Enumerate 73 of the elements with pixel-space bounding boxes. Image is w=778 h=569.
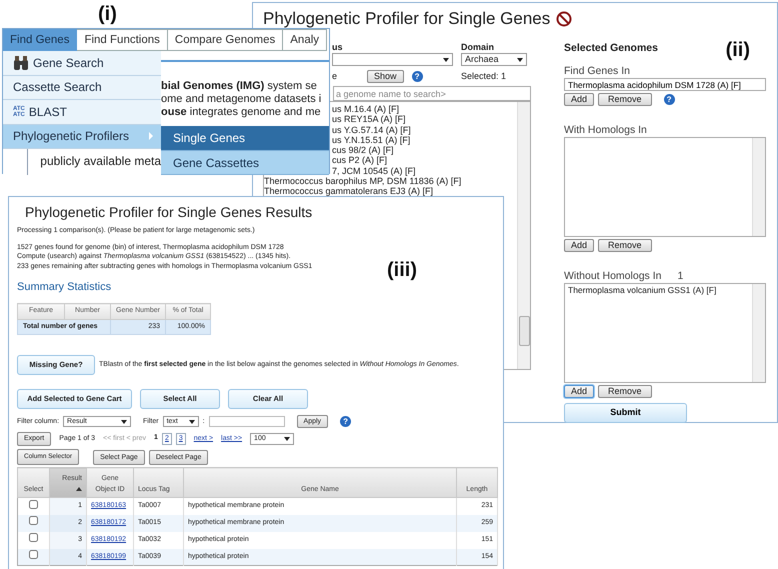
menu-tab[interactable]: Compare Genomes [168,29,284,51]
remove-button[interactable]: Remove [598,385,652,398]
menu-tab[interactable]: Find Functions [77,29,168,51]
menu-item[interactable]: Phylogenetic Profilers [3,124,161,149]
binoculars-icon [13,56,29,70]
menu-item[interactable]: Cassette Search [3,76,161,100]
list-item[interactable]: Thermoplasma volcanium GSS1 (A) [F] [568,285,749,295]
scrollbar[interactable] [752,138,765,236]
submit-button[interactable]: Submit [564,403,687,423]
submenu-item[interactable]: Gene Cassettes [161,150,329,175]
caret-icon [517,58,523,62]
scrollbar[interactable] [517,102,530,369]
row-checkbox[interactable] [29,533,38,542]
genome-list[interactable] [564,137,766,237]
menu-tab[interactable]: Analy [283,29,328,51]
list-item[interactable]: Thermococcus gammatolerans EJ3 (A) [F] [264,186,517,197]
list-item[interactable]: cus 98/2 (A) [F] [332,145,517,156]
page-text: bial Genomes (IMG) system se [161,80,318,93]
scrollbar[interactable] [752,284,765,382]
filter-field[interactable] [208,416,285,427]
search-field[interactable]: a genome name to search> [333,86,531,101]
row-checkbox[interactable] [29,516,38,526]
caret-icon [121,420,128,424]
caret-icon [188,420,195,424]
remove-button[interactable]: Remove [598,239,652,252]
add-button[interactable]: Add [564,385,594,398]
section-heading: Selected Genomes [564,41,658,56]
row-checkbox[interactable] [29,500,38,508]
list-item[interactable]: cus P2 (A) [F] [332,155,517,166]
list-item[interactable]: us M.16.4 (A) [F] [332,104,517,114]
field-label: With Homologs In [564,124,647,137]
help-icon[interactable]: ? [412,71,423,82]
window-title: Phylogenetic Profiler for Single Genes Results [24,203,314,220]
list-item[interactable]: us REY15A (A) [F] [332,114,517,125]
genome-field[interactable]: Thermoplasma acidophilum DSM 1728 (A) [F] [564,78,766,91]
genus-select[interactable] [332,53,453,66]
domain-select[interactable]: Archaea [461,53,527,66]
page-text: ouse integrates genome and me [161,106,322,119]
genome-count: 1 [677,270,684,283]
menu-tab[interactable]: Find Genes [3,29,78,51]
field-label: Find Genes In [564,65,630,78]
help-icon[interactable]: ? [340,416,352,427]
submenu-arrow-icon [149,132,153,140]
caret-icon [443,58,449,62]
list-item[interactable]: 7, JCM 10545 (A) [F] [332,166,517,176]
field-label: Without Homologs In [564,270,662,283]
list-item[interactable]: Thermococcus barophilus MP, DSM 11836 (A) [F] [264,176,517,186]
column-header: us [332,42,344,53]
column-header: Domain [461,42,494,53]
selected-count: Selected: 1 [461,71,506,82]
help-icon[interactable]: ? [664,94,675,105]
remove-button[interactable]: Remove [598,93,652,106]
add-button[interactable]: Add [564,239,594,252]
scroll-thumb[interactable] [519,316,530,346]
panel-label: (ii) [726,39,750,61]
page-text: ome and metagenome datasets i [161,93,322,106]
row-checkbox[interactable] [29,550,38,559]
prohibited-icon [556,11,572,27]
panel-label: (i) [98,3,117,25]
add-button[interactable]: Add [564,93,594,106]
menu-item[interactable]: Gene Search [3,51,161,76]
panel-label: (iii) [387,259,417,281]
genome-list[interactable]: Thermoplasma volcanium GSS1 (A) [F] [564,283,766,383]
page-text: publicly available meta [39,153,161,170]
show-button[interactable]: Show [367,70,404,83]
field-label: e [332,71,338,82]
caret-icon [284,437,290,441]
list-item[interactable]: us Y.G.57.14 (A) [F] [332,124,517,135]
submenu-item[interactable]: Single Genes [161,126,329,150]
list-item[interactable]: us Y.N.15.51 (A) [F] [332,134,517,146]
window-title: Phylogenetic Profiler for Single Genes [263,9,550,29]
section-heading: Summary Statistics [17,281,112,294]
sort-arrow-icon [76,486,82,490]
